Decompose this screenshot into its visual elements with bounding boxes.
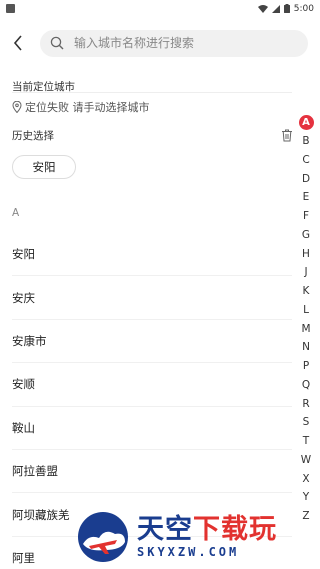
search-box[interactable]: [40, 29, 308, 57]
city-item[interactable]: 安庆: [12, 276, 292, 320]
back-button[interactable]: [8, 30, 28, 56]
city-picker-content: 当前定位城市 定位失败 请手动选择城市 历史选择 安阳 A 安阳 安庆 安康市 …: [0, 69, 320, 569]
index-letter-e[interactable]: E: [298, 188, 314, 207]
notification-icon: [6, 4, 15, 13]
watermark-domain: SKYXZW.COM: [137, 545, 240, 559]
status-time: 5:00: [293, 3, 314, 14]
location-pin-icon: [12, 101, 22, 113]
watermark-cn-accent: 下载玩: [193, 514, 277, 545]
city-item[interactable]: 安顺: [12, 363, 292, 407]
cloud-plane-logo-icon: [78, 512, 128, 562]
watermark-cn-main: 天空: [137, 514, 193, 545]
index-letter-s[interactable]: S: [298, 413, 314, 432]
index-letter-n[interactable]: N: [298, 338, 314, 357]
city-item[interactable]: 阿拉善盟: [12, 450, 292, 494]
battery-icon: [283, 4, 290, 13]
index-letter-b[interactable]: B: [298, 132, 314, 151]
index-letter-m[interactable]: M: [298, 319, 314, 338]
alphabet-index-bar[interactable]: ABCDEFGHJKLMNPQRSTWXYZ: [298, 113, 314, 526]
city-item[interactable]: 安阳: [12, 233, 292, 277]
signal-icon: [271, 4, 280, 13]
location-status-text: 定位失败 请手动选择城市: [25, 101, 150, 114]
index-letter-w[interactable]: W: [298, 451, 314, 470]
wifi-icon: [257, 4, 268, 13]
index-letter-y[interactable]: Y: [298, 488, 314, 507]
index-letter-j[interactable]: J: [298, 263, 314, 282]
status-bar: 5:00: [0, 0, 320, 17]
index-letter-l[interactable]: L: [298, 301, 314, 320]
history-title: 历史选择: [12, 130, 54, 142]
divider: [12, 92, 292, 93]
location-status[interactable]: 定位失败 请手动选择城市: [12, 99, 150, 115]
index-letter-g[interactable]: G: [298, 226, 314, 245]
index-letter-x[interactable]: X: [298, 469, 314, 488]
index-letter-k[interactable]: K: [298, 282, 314, 301]
index-letter-c[interactable]: C: [298, 151, 314, 170]
search-icon: [50, 36, 64, 50]
index-letter-h[interactable]: H: [298, 244, 314, 263]
city-item[interactable]: 鞍山: [12, 407, 292, 450]
trash-icon: [282, 129, 292, 142]
clear-history-button[interactable]: [281, 127, 293, 146]
index-letter-t[interactable]: T: [298, 432, 314, 451]
search-input[interactable]: [74, 36, 298, 50]
group-header: A: [12, 207, 20, 219]
index-letter-f[interactable]: F: [298, 207, 314, 226]
index-letter-q[interactable]: Q: [298, 376, 314, 395]
index-letter-a[interactable]: A: [298, 115, 314, 130]
index-letter-d[interactable]: D: [298, 169, 314, 188]
chevron-left-icon: [13, 35, 22, 51]
status-icons: 5:00: [257, 3, 314, 14]
index-letter-r[interactable]: R: [298, 394, 314, 413]
watermark-logo: 天空下载玩 SKYXZW.COM: [75, 505, 320, 569]
city-item[interactable]: 安康市: [12, 320, 292, 364]
search-header: [0, 17, 320, 69]
index-letter-p[interactable]: P: [298, 357, 314, 376]
history-chip[interactable]: 安阳: [12, 155, 76, 179]
